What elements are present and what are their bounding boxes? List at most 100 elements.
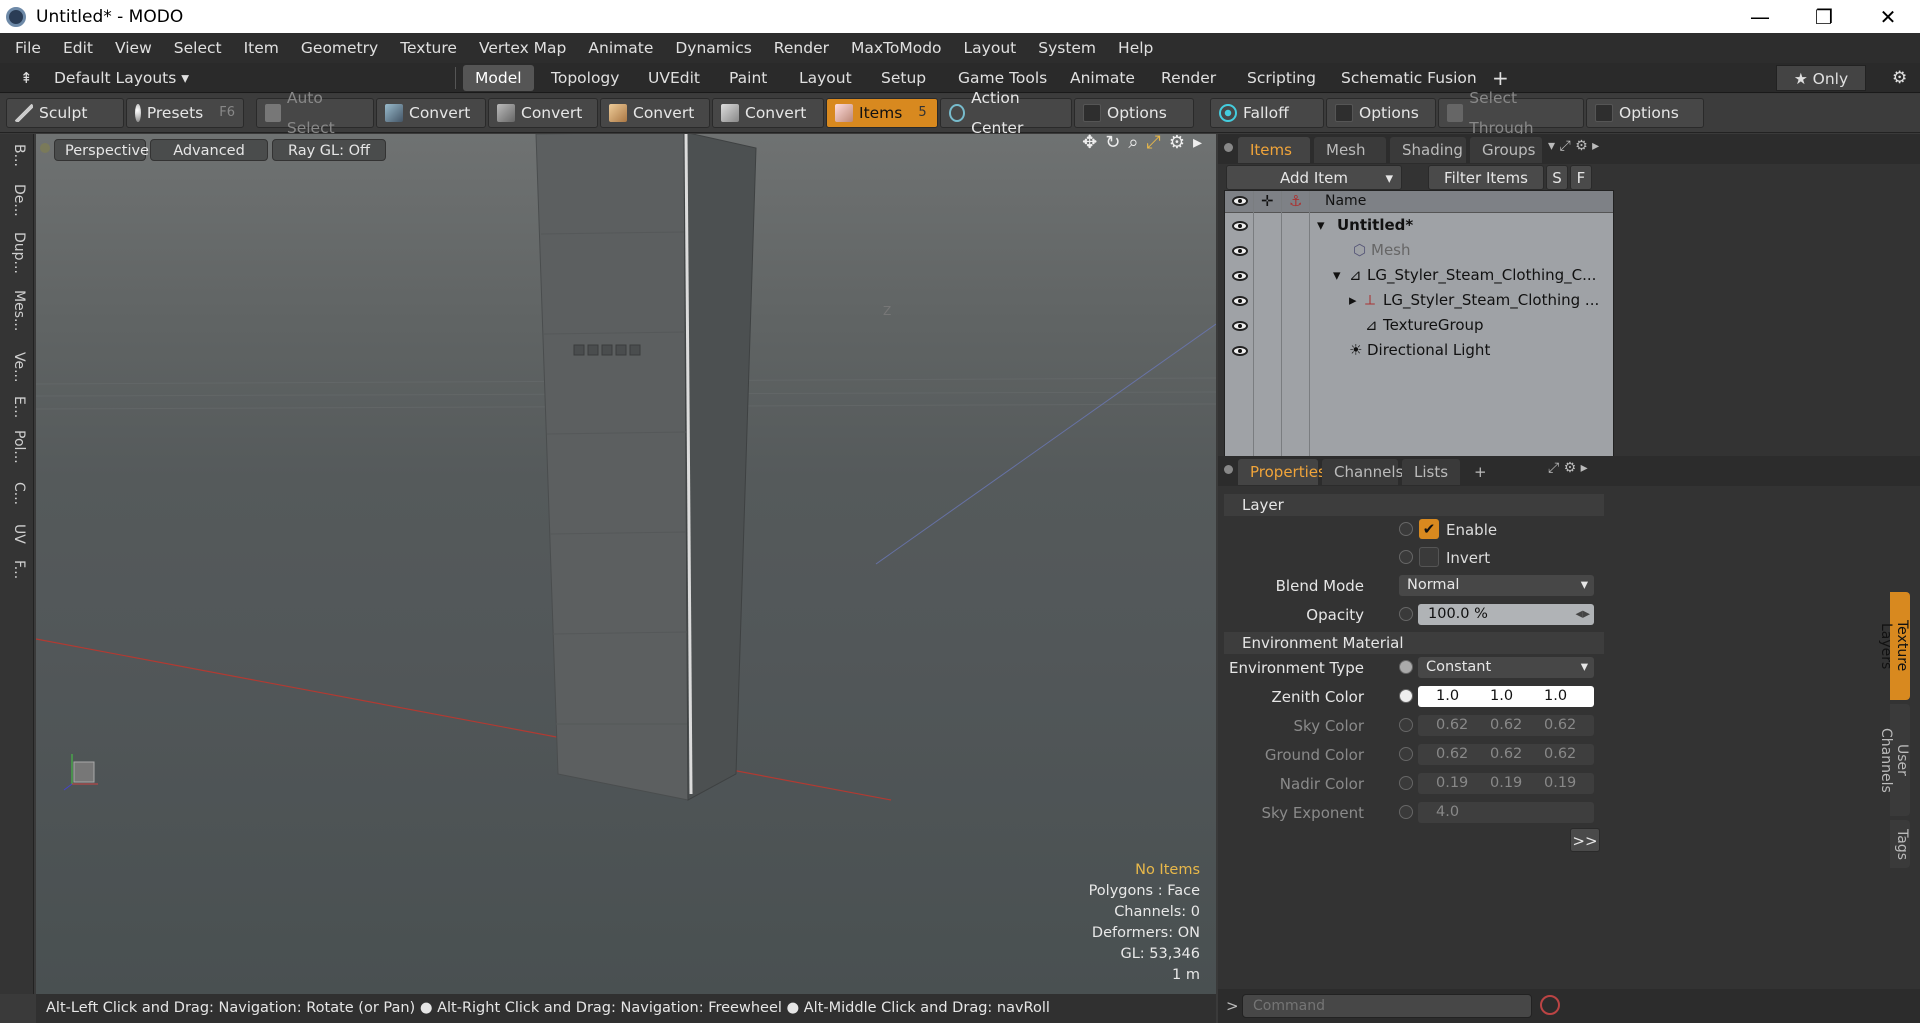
tab-groups[interactable]: Groups <box>1470 137 1542 163</box>
only-toggle[interactable]: ★ Only <box>1776 65 1866 91</box>
select-through-button[interactable]: Select Through <box>1438 89 1584 137</box>
visibility-eye-icon[interactable] <box>1232 196 1248 206</box>
record-icon[interactable] <box>1540 995 1560 1015</box>
convert-edges-button[interactable]: Convert <box>488 98 598 128</box>
panel-menu-icon[interactable]: ▾ ⤢ ⚙ ▸ <box>1548 138 1599 154</box>
enable-row[interactable]: ✔ Enable <box>1224 518 1604 542</box>
menu-maxtomodo[interactable]: MaxToModo <box>840 39 953 57</box>
nadir-color-field[interactable]: 0.19 0.19 0.19 <box>1418 773 1594 794</box>
tab-mesh-ops[interactable]: Mesh ... <box>1314 137 1386 185</box>
3d-viewport[interactable]: Z Perspective Advanced Ray GL: Off ✥ ↻ ⌕… <box>36 134 1216 994</box>
filter-f-button[interactable]: F <box>1570 165 1592 190</box>
tab-shading[interactable]: Shading <box>1390 137 1466 163</box>
convert-polygons-button[interactable]: Convert <box>600 98 710 128</box>
tab-user-channels[interactable]: User Channels <box>1878 704 1910 816</box>
zenith-color-field[interactable]: 1.0 1.0 1.0 <box>1418 686 1594 707</box>
action-center-button[interactable]: Action Center <box>940 89 1072 137</box>
left-tab-duplicate[interactable]: Dup... <box>7 232 27 274</box>
item-list[interactable]: ✛ ⚓ Name ▾ Untitled* ⬡ Mesh ▾ ⊿ LG_Style… <box>1224 190 1614 468</box>
blend-mode-dropdown[interactable]: Normal ▾ <box>1399 575 1594 596</box>
item-row-locator[interactable]: ▸ ⟂ LG_Styler_Steam_Clothing ... <box>1225 288 1613 313</box>
ground-keyframe-dot[interactable] <box>1399 747 1413 761</box>
more-properties-button[interactable]: >> <box>1570 828 1600 852</box>
visibility-eye-icon[interactable] <box>1232 296 1248 306</box>
layer-section-header[interactable]: Layer <box>1224 494 1604 516</box>
expand-arrow-icon[interactable]: ▾ <box>1317 213 1325 238</box>
left-tab-edge[interactable]: E... <box>7 396 27 418</box>
zenith-b[interactable]: 1.0 <box>1544 686 1567 707</box>
sky-b[interactable]: 0.62 <box>1544 715 1576 736</box>
enable-checkbox[interactable]: ✔ <box>1419 519 1439 539</box>
ground-r[interactable]: 0.62 <box>1436 744 1468 765</box>
menu-file[interactable]: File <box>4 39 52 57</box>
sculpt-button[interactable]: Sculpt <box>6 98 124 128</box>
filter-s-button[interactable]: S <box>1546 165 1568 190</box>
falloff-options-button[interactable]: Options <box>1326 98 1436 128</box>
move-view-icon[interactable]: ✥ <box>1082 134 1097 153</box>
visibility-eye-icon[interactable] <box>1232 271 1248 281</box>
shading-advanced-dropdown[interactable]: Advanced <box>150 139 268 161</box>
falloff-button[interactable]: Falloff <box>1210 98 1324 128</box>
enable-keyframe-dot[interactable] <box>1399 522 1413 536</box>
invert-checkbox[interactable] <box>1419 547 1439 567</box>
perspective-dropdown[interactable]: Perspective <box>54 139 149 161</box>
zenith-keyframe-dot[interactable] <box>1399 689 1413 703</box>
layout-dropdown[interactable]: Default Layouts ▾ <box>42 65 201 91</box>
render-icon[interactable]: ⚓ <box>1289 192 1302 210</box>
sky-exp-keyframe-dot[interactable] <box>1399 805 1413 819</box>
invert-row[interactable]: Invert <box>1224 546 1604 570</box>
fit-view-icon[interactable]: ⤢ <box>1146 134 1160 153</box>
left-tab-deform[interactable]: De... <box>7 184 27 217</box>
menu-vertex-map[interactable]: Vertex Map <box>468 39 577 57</box>
item-row-mesh[interactable]: ⬡ Mesh <box>1225 238 1613 263</box>
nadir-b[interactable]: 0.19 <box>1544 773 1576 794</box>
item-row-texturegroup[interactable]: ⊿ TextureGroup <box>1225 313 1613 338</box>
visibility-eye-icon[interactable] <box>1232 346 1248 356</box>
items-mode-button[interactable]: Items 5 <box>826 98 938 128</box>
item-row-scene[interactable]: ▾ Untitled* <box>1225 213 1613 238</box>
left-tab-uv[interactable]: UV <box>7 524 27 544</box>
menu-geometry[interactable]: Geometry <box>290 39 389 57</box>
environment-section-header[interactable]: Environment Material <box>1224 632 1604 654</box>
collapse-arrow-icon[interactable]: ▸ <box>1349 288 1357 313</box>
left-tab-basic[interactable]: B... <box>7 144 27 167</box>
add-panel-tab[interactable]: + <box>1462 459 1488 485</box>
tab-tags[interactable]: Tags <box>1890 820 1910 868</box>
viewport-expand-icon[interactable]: ▸ <box>1193 134 1202 153</box>
lock-icon[interactable]: ✛ <box>1261 192 1274 210</box>
command-input[interactable] <box>1242 994 1532 1018</box>
close-button[interactable]: ✕ <box>1856 5 1920 29</box>
left-tab-fusion[interactable]: F... <box>7 560 27 579</box>
select-options-button[interactable]: Options <box>1586 98 1704 128</box>
menu-layout[interactable]: Layout <box>953 39 1028 57</box>
ground-b[interactable]: 0.62 <box>1544 744 1576 765</box>
tab-scripting[interactable]: Scripting <box>1235 65 1328 91</box>
tab-uvedit[interactable]: UVEdit <box>636 65 712 91</box>
left-tab-curve[interactable]: C... <box>7 482 27 505</box>
menu-render[interactable]: Render <box>763 39 840 57</box>
tab-properties[interactable]: Properties <box>1238 459 1326 485</box>
menu-view[interactable]: View <box>104 39 163 57</box>
filter-items-button[interactable]: Filter Items <box>1428 165 1544 190</box>
tab-paint[interactable]: Paint <box>717 65 779 91</box>
tab-model[interactable]: Model <box>463 65 534 91</box>
menu-select[interactable]: Select <box>163 39 233 57</box>
menu-texture[interactable]: Texture <box>389 39 468 57</box>
tab-setup[interactable]: Setup <box>869 65 938 91</box>
raygl-toggle[interactable]: Ray GL: Off <box>272 139 386 161</box>
nadir-keyframe-dot[interactable] <box>1399 776 1413 790</box>
minimize-button[interactable]: — <box>1728 5 1792 29</box>
viewport-settings-icon[interactable]: ⚙ <box>1169 134 1185 153</box>
tab-topology[interactable]: Topology <box>539 65 631 91</box>
tab-texture-layers[interactable]: Texture Layers <box>1878 592 1910 700</box>
rotate-view-icon[interactable]: ↻ <box>1105 134 1120 153</box>
zoom-view-icon[interactable]: ⌕ <box>1128 134 1138 153</box>
tab-layout[interactable]: Layout <box>787 65 864 91</box>
convert-items-button[interactable]: Convert <box>712 98 824 128</box>
menu-item[interactable]: Item <box>233 39 290 57</box>
left-tab-vertex[interactable]: Ve... <box>7 352 27 382</box>
menu-help[interactable]: Help <box>1107 39 1164 57</box>
visibility-eye-icon[interactable] <box>1232 321 1248 331</box>
menu-edit[interactable]: Edit <box>52 39 104 57</box>
tab-channels[interactable]: Channels <box>1322 459 1403 485</box>
